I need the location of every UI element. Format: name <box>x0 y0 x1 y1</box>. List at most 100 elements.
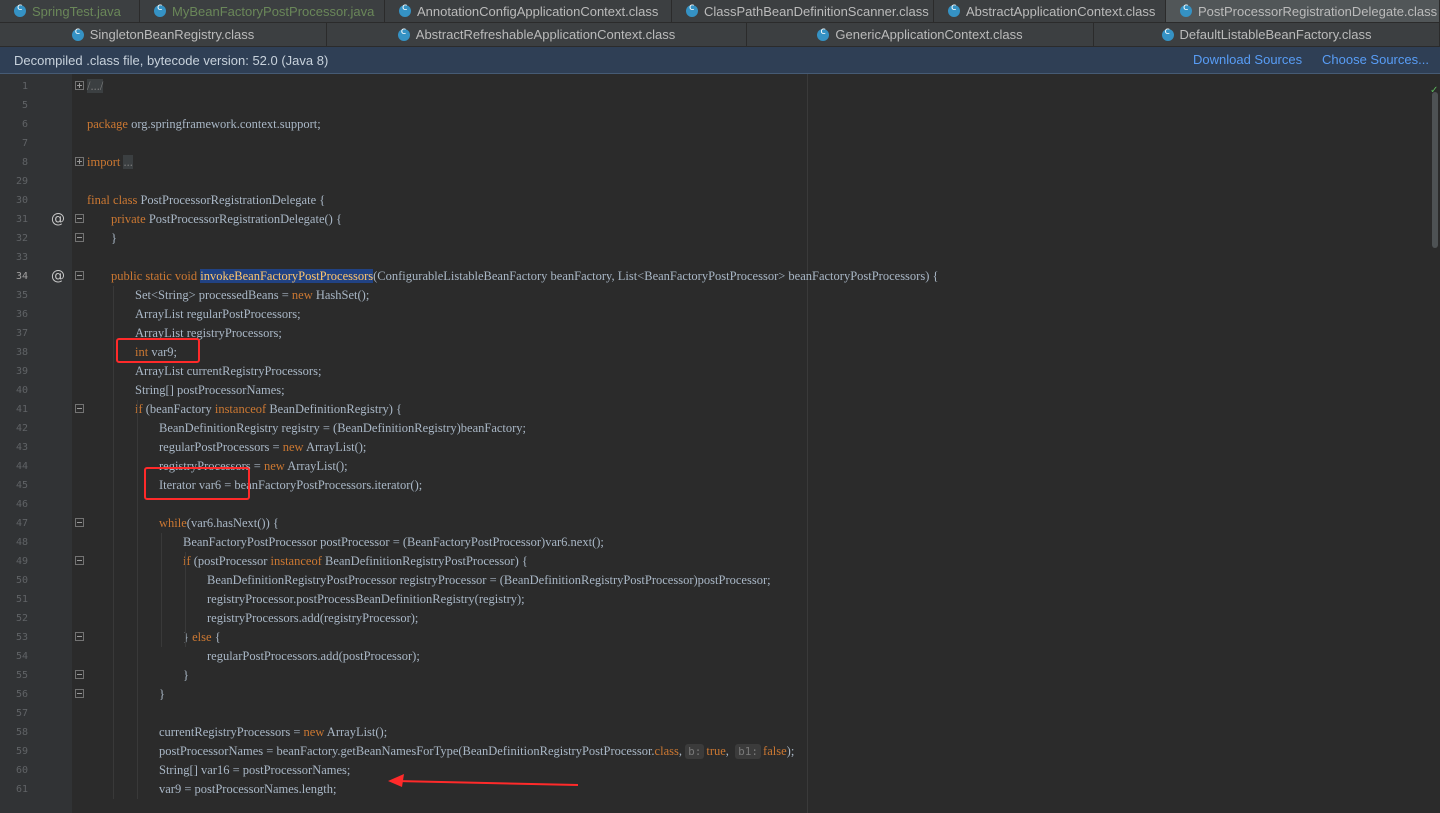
collapse-fold-icon[interactable] <box>75 556 84 565</box>
code-line: 1 /.../ <box>0 77 1430 96</box>
code-token: private <box>111 212 146 226</box>
code-text: } else { <box>183 628 221 647</box>
code-text: /.../ <box>87 77 104 96</box>
override-marker-icon[interactable]: @ <box>51 267 65 286</box>
code-token: true <box>706 744 726 758</box>
tab-tabs_row2-1[interactable]: AbstractRefreshableApplicationContext.cl… <box>327 23 747 46</box>
code-text: regularPostProcessors.add(postProcessor)… <box>207 647 420 666</box>
code-token: (postProcessor <box>190 554 271 568</box>
expand-fold-icon[interactable] <box>75 81 84 90</box>
tab-tabs_row1-4[interactable]: AbstractApplicationContext.class <box>934 0 1166 22</box>
tab-tabs_row2-2[interactable]: GenericApplicationContext.class <box>747 23 1094 46</box>
collapse-fold-icon[interactable] <box>75 632 84 641</box>
indent-guide <box>161 533 162 647</box>
line-number: 41 <box>15 404 28 415</box>
tab-label: AbstractApplicationContext.class <box>966 3 1156 19</box>
code-token: else <box>192 630 212 644</box>
parameter-hint: b: <box>685 744 705 759</box>
override-marker-icon[interactable]: @ <box>51 210 65 229</box>
download-sources-link[interactable]: Download Sources <box>1193 52 1302 67</box>
code-token: BeanFactoryPostProcessor postProcessor =… <box>183 535 604 549</box>
collapse-fold-icon[interactable] <box>75 670 84 679</box>
code-line: 41 if (beanFactory instanceof BeanDefinit… <box>0 400 1430 419</box>
code-token: ArrayList(); <box>324 725 388 739</box>
code-token: PostProcessorRegistrationDelegate { <box>137 193 326 207</box>
code-token: var9 = postProcessorNames.length; <box>159 782 337 796</box>
line-number: 45 <box>15 480 28 491</box>
code-line: 52 registryProcessors.add(registryProcess… <box>0 609 1430 628</box>
line-number: 61 <box>15 784 28 795</box>
line-number: 37 <box>15 328 28 339</box>
collapse-fold-icon[interactable] <box>75 271 84 280</box>
expand-fold-icon[interactable] <box>75 157 84 166</box>
tab-tabs_row2-0[interactable]: SingletonBeanRegistry.class <box>0 23 327 46</box>
inspection-ok-icon: ✓ <box>1430 85 1439 96</box>
code-text: if (postProcessor instanceof BeanDefinit… <box>183 552 528 571</box>
code-token: ArrayList currentRegistryProcessors; <box>135 364 322 378</box>
code-line: 55} <box>0 666 1430 685</box>
code-line: 48 BeanFactoryPostProcessor postProcessor… <box>0 533 1430 552</box>
line-number: 53 <box>15 632 28 643</box>
code-line: 42 BeanDefinitionRegistry registry = (Bea… <box>0 419 1430 438</box>
collapse-fold-icon[interactable] <box>75 233 84 242</box>
line-number: 5 <box>21 100 28 111</box>
code-token: postProcessorNames = beanFactory.getBean… <box>159 744 655 758</box>
line-number: 36 <box>15 309 28 320</box>
code-text: BeanFactoryPostProcessor postProcessor =… <box>183 533 604 552</box>
code-token: BeanDefinitionRegistryPostProcessor) { <box>321 554 528 568</box>
code-text: registryProcessor.postProcessBeanDefinit… <box>207 590 525 609</box>
code-text: while(var6.hasNext()) { <box>159 514 279 533</box>
code-line: 49 if (postProcessor instanceof BeanDefin… <box>0 552 1430 571</box>
line-number: 54 <box>15 651 28 662</box>
code-token: invokeBeanFactoryPostProcessors <box>200 269 374 283</box>
collapse-fold-icon[interactable] <box>75 689 84 698</box>
line-number: 58 <box>15 727 28 738</box>
code-line: 6 package org.springframework.context.sup… <box>0 115 1430 134</box>
code-line: 43 regularPostProcessors = new ArrayList(… <box>0 438 1430 457</box>
code-text: String[] postProcessorNames; <box>135 381 285 400</box>
scrollbar-thumb[interactable] <box>1432 92 1438 248</box>
line-number: 59 <box>15 746 28 757</box>
code-text: public static void invokeBeanFactoryPost… <box>111 267 939 286</box>
code-token: BeanDefinitionRegistry) { <box>266 402 403 416</box>
code-token: ArrayList(); <box>303 440 367 454</box>
code-token: ); <box>786 744 795 758</box>
code-line: 51 registryProcessor.postProcessBeanDefin… <box>0 590 1430 609</box>
collapse-fold-icon[interactable] <box>75 518 84 527</box>
class-icon <box>399 2 411 17</box>
code-line: 8 import ... <box>0 153 1430 172</box>
code-token: org.springframework.context.support; <box>127 117 321 131</box>
vertical-scrollbar[interactable] <box>1430 74 1440 813</box>
code-token: instanceof <box>214 402 267 416</box>
tab-tabs_row1-5[interactable]: PostProcessorRegistrationDelegate.class <box>1166 0 1440 22</box>
collapse-fold-icon[interactable] <box>75 214 84 223</box>
tab-tabs_row1-1[interactable]: MyBeanFactoryPostProcessor.java <box>140 0 385 22</box>
code-text: import ... <box>87 153 133 172</box>
collapse-fold-icon[interactable] <box>75 404 84 413</box>
tab-label: DefaultListableBeanFactory.class <box>1179 27 1372 42</box>
code-line: 29 <box>0 172 1430 191</box>
code-token: while <box>159 516 187 530</box>
code-token: false <box>763 744 787 758</box>
code-token: String[] postProcessorNames; <box>135 383 285 397</box>
line-number: 43 <box>15 442 28 453</box>
line-number: 31 <box>15 214 28 225</box>
tab-label: AbstractRefreshableApplicationContext.cl… <box>415 27 676 42</box>
line-number: 46 <box>15 499 28 510</box>
code-token: regularPostProcessors.add(postProcessor)… <box>207 649 420 663</box>
line-number: 42 <box>15 423 28 434</box>
tab-tabs_row1-0[interactable]: SpringTest.java <box>0 0 140 22</box>
tab-tabs_row1-3[interactable]: ClassPathBeanDefinitionScanner.class <box>672 0 934 22</box>
code-line: 30 final class PostProcessorRegistrationD… <box>0 191 1430 210</box>
tab-label: ClassPathBeanDefinitionScanner.class <box>704 3 929 19</box>
tab-tabs_row2-3[interactable]: DefaultListableBeanFactory.class <box>1094 23 1440 46</box>
code-token: (beanFactory <box>142 402 215 416</box>
class-icon <box>817 26 830 41</box>
tab-tabs_row1-2[interactable]: AnnotationConfigApplicationContext.class <box>385 0 672 22</box>
tab-label: AnnotationConfigApplicationContext.class <box>417 3 659 19</box>
code-token: ArrayList(); <box>284 459 348 473</box>
code-line: 59 postProcessorNames = beanFactory.getBe… <box>0 742 1430 761</box>
code-editor[interactable]: 1/.../ 5 6 package org.springframework.cont… <box>0 74 1430 813</box>
line-number: 56 <box>15 689 28 700</box>
choose-sources-link[interactable]: Choose Sources... <box>1322 52 1429 67</box>
